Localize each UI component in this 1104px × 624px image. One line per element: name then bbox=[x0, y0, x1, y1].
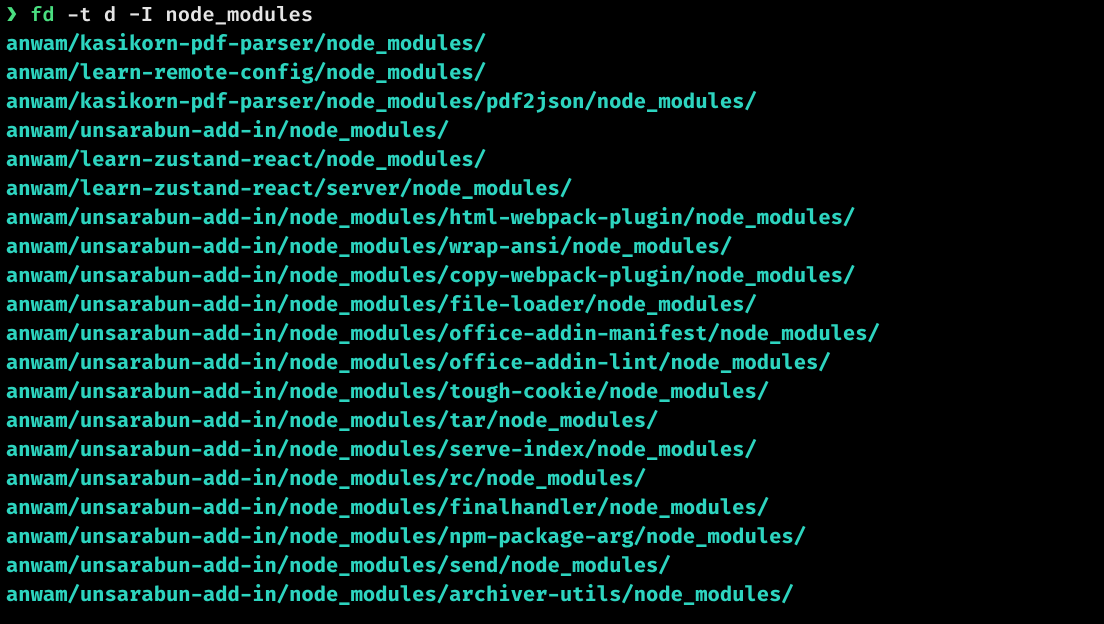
output-line: anwam/unsarabun-add-in/node_modules/ bbox=[6, 118, 1098, 147]
command-output: anwam/kasikorn-pdf-parser/node_modules/a… bbox=[6, 31, 1098, 611]
output-line: anwam/learn-zustand-react/node_modules/ bbox=[6, 147, 1098, 176]
output-line: anwam/learn-zustand-react/server/node_mo… bbox=[6, 176, 1098, 205]
prompt-line[interactable]: ❯ fd -t d -I node_modules bbox=[6, 2, 1098, 31]
output-line: anwam/unsarabun-add-in/node_modules/rc/n… bbox=[6, 466, 1098, 495]
output-line: anwam/unsarabun-add-in/node_modules/fina… bbox=[6, 495, 1098, 524]
output-line: anwam/unsarabun-add-in/node_modules/arch… bbox=[6, 582, 1098, 611]
prompt-symbol: ❯ bbox=[6, 4, 18, 28]
output-line: anwam/kasikorn-pdf-parser/node_modules/p… bbox=[6, 89, 1098, 118]
command-name: fd bbox=[30, 4, 55, 28]
output-line: anwam/unsarabun-add-in/node_modules/send… bbox=[6, 553, 1098, 582]
output-line: anwam/unsarabun-add-in/node_modules/offi… bbox=[6, 350, 1098, 379]
output-line: anwam/unsarabun-add-in/node_modules/file… bbox=[6, 292, 1098, 321]
output-line: anwam/unsarabun-add-in/node_modules/wrap… bbox=[6, 234, 1098, 263]
output-line: anwam/kasikorn-pdf-parser/node_modules/ bbox=[6, 31, 1098, 60]
command-args: -t d -I node_modules bbox=[55, 4, 313, 28]
output-line: anwam/unsarabun-add-in/node_modules/tar/… bbox=[6, 408, 1098, 437]
output-line: anwam/unsarabun-add-in/node_modules/offi… bbox=[6, 321, 1098, 350]
output-line: anwam/unsarabun-add-in/node_modules/serv… bbox=[6, 437, 1098, 466]
output-line: anwam/learn-remote-config/node_modules/ bbox=[6, 60, 1098, 89]
output-line: anwam/unsarabun-add-in/node_modules/npm-… bbox=[6, 524, 1098, 553]
output-line: anwam/unsarabun-add-in/node_modules/toug… bbox=[6, 379, 1098, 408]
output-line: anwam/unsarabun-add-in/node_modules/copy… bbox=[6, 263, 1098, 292]
output-line: anwam/unsarabun-add-in/node_modules/html… bbox=[6, 205, 1098, 234]
